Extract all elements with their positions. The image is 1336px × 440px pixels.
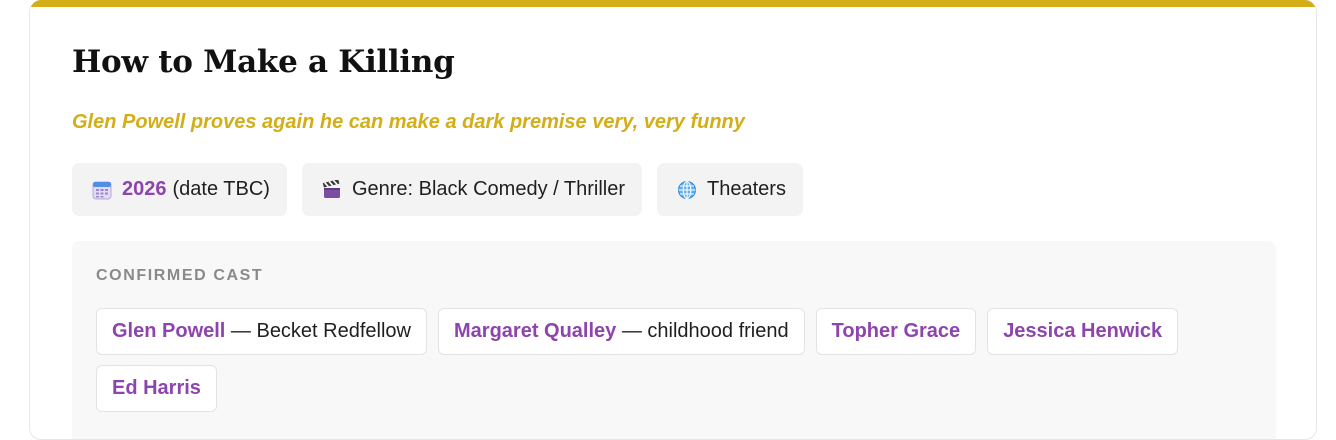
cast-member[interactable]: Glen Powell — Becket Redfellow bbox=[96, 308, 427, 355]
release-chip: 2026 (date TBC) bbox=[72, 163, 287, 216]
cast-member[interactable]: Margaret Qualley — childhood friend bbox=[438, 308, 805, 355]
distribution-chip: Theaters bbox=[657, 163, 803, 216]
accent-bar bbox=[30, 0, 1316, 7]
cast-member[interactable]: Jessica Henwick bbox=[987, 308, 1179, 355]
genre-text: Genre: Black Comedy / Thriller bbox=[351, 178, 626, 200]
cast-heading: CONFIRMED CAST bbox=[96, 267, 264, 284]
genre-chip: Genre: Black Comedy / Thriller bbox=[301, 163, 643, 216]
release-year: 2026 bbox=[122, 178, 167, 200]
calendar-icon bbox=[91, 179, 113, 201]
cast-member-name: Glen Powell bbox=[112, 320, 226, 342]
distribution-text: Theaters bbox=[707, 178, 786, 200]
cast-member-name: Ed Harris bbox=[112, 377, 201, 399]
globe-icon bbox=[676, 179, 698, 201]
cast-list: Glen Powell — Becket Redfellow Margaret … bbox=[96, 308, 1266, 412]
movie-card: How to Make a Killing Glen Powell proves… bbox=[29, 0, 1317, 440]
cast-member[interactable]: Ed Harris bbox=[96, 365, 217, 412]
cast-member-name: Margaret Qualley bbox=[454, 320, 617, 342]
movie-tagline: Glen Powell proves again he can make a d… bbox=[72, 111, 745, 133]
movie-title: How to Make a Killing bbox=[72, 44, 455, 80]
cast-member-name: Topher Grace bbox=[831, 320, 961, 342]
cast-member[interactable]: Topher Grace bbox=[815, 308, 977, 355]
cast-member-name: Jessica Henwick bbox=[1003, 320, 1163, 342]
cast-section: CONFIRMED CAST Glen Powell — Becket Redf… bbox=[72, 241, 1276, 439]
info-chips: 2026 (date TBC) Genre: Black Comedy / Th… bbox=[72, 163, 803, 216]
release-note: (date TBC) bbox=[172, 178, 270, 200]
cast-member-role: — Becket Redfellow bbox=[225, 320, 411, 342]
clapperboard-icon bbox=[321, 179, 343, 201]
cast-member-role: — childhood friend bbox=[616, 320, 789, 342]
